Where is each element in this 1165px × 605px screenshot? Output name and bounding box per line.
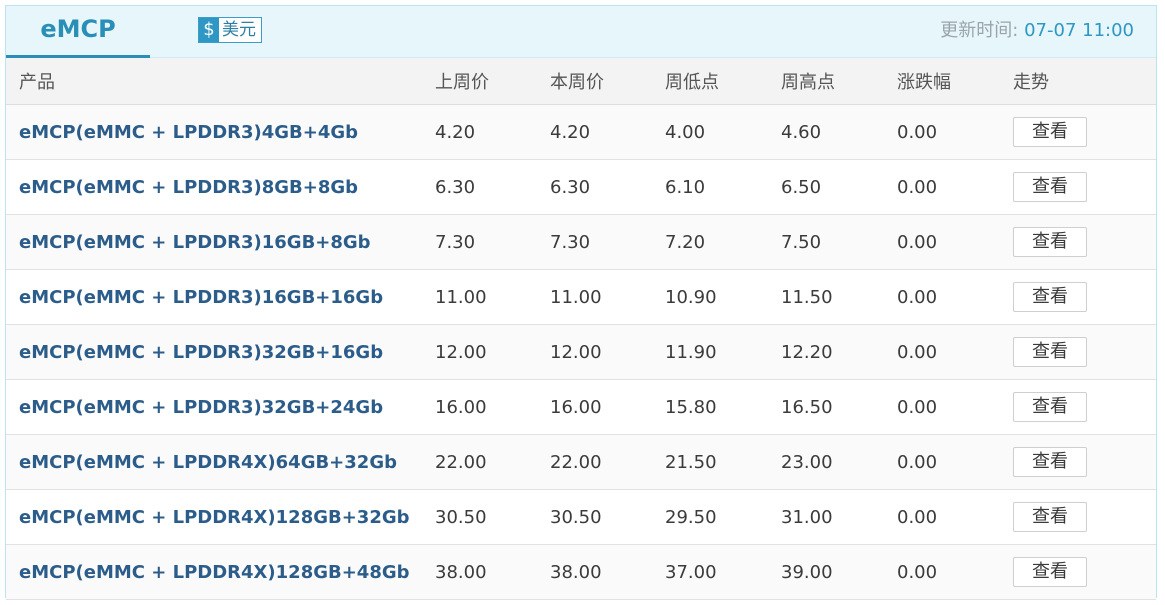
- price-change: 0.00: [897, 324, 1013, 380]
- table-row: eMCP(eMMC + LPDDR3)32GB+24Gb 16.00 16.00 15…: [6, 379, 1156, 435]
- column-header-change: 涨跌幅: [897, 58, 1013, 105]
- trend-cell: 查看: [1013, 489, 1156, 545]
- view-trend-button[interactable]: 查看: [1013, 557, 1087, 587]
- price-change: 0.00: [897, 159, 1013, 215]
- last-week-price: 12.00: [435, 324, 550, 380]
- view-trend-button[interactable]: 查看: [1013, 502, 1087, 532]
- dollar-icon: $: [199, 18, 219, 42]
- product-name[interactable]: eMCP(eMMC + LPDDR3)8GB+8Gb: [6, 159, 435, 215]
- price-table: 产品 上周价 本周价 周低点 周高点 涨跌幅 走势 eMCP(eMMC + LP…: [6, 58, 1156, 600]
- weekly-low: 6.10: [665, 159, 781, 215]
- trend-cell: 查看: [1013, 434, 1156, 490]
- weekly-high: 11.50: [781, 269, 897, 325]
- table-header-row: 产品 上周价 本周价 周低点 周高点 涨跌幅 走势: [6, 58, 1156, 105]
- column-header-weekly-high: 周高点: [781, 58, 897, 105]
- column-header-this-week: 本周价: [550, 58, 665, 105]
- this-week-price: 7.30: [550, 214, 665, 270]
- last-week-price: 4.20: [435, 104, 550, 160]
- weekly-low: 15.80: [665, 379, 781, 435]
- this-week-price: 30.50: [550, 489, 665, 545]
- this-week-price: 6.30: [550, 159, 665, 215]
- this-week-price: 11.00: [550, 269, 665, 325]
- view-trend-button[interactable]: 查看: [1013, 282, 1087, 312]
- table-row: eMCP(eMMC + LPDDR4X)64GB+32Gb 22.00 22.00 2…: [6, 434, 1156, 490]
- this-week-price: 16.00: [550, 379, 665, 435]
- table-row: eMCP(eMMC + LPDDR3)16GB+8Gb 7.30 7.30 7.20 7…: [6, 214, 1156, 270]
- weekly-low: 4.00: [665, 104, 781, 160]
- price-change: 0.00: [897, 489, 1013, 545]
- update-time-label: 更新时间:: [940, 20, 1025, 41]
- trend-cell: 查看: [1013, 214, 1156, 270]
- last-week-price: 38.00: [435, 544, 550, 600]
- last-week-price: 22.00: [435, 434, 550, 490]
- tab-emcp[interactable]: eMCP: [6, 6, 150, 58]
- table-row: eMCP(eMMC + LPDDR3)16GB+16Gb 11.00 11.00 10…: [6, 269, 1156, 325]
- product-name[interactable]: eMCP(eMMC + LPDDR4X)128GB+48Gb: [6, 544, 435, 600]
- trend-cell: 查看: [1013, 104, 1156, 160]
- column-header-last-week: 上周价: [435, 58, 550, 105]
- weekly-high: 7.50: [781, 214, 897, 270]
- price-change: 0.00: [897, 434, 1013, 490]
- weekly-high: 23.00: [781, 434, 897, 490]
- product-name[interactable]: eMCP(eMMC + LPDDR3)16GB+8Gb: [6, 214, 435, 270]
- column-header-trend: 走势: [1013, 58, 1156, 105]
- last-week-price: 6.30: [435, 159, 550, 215]
- product-name[interactable]: eMCP(eMMC + LPDDR4X)128GB+32Gb: [6, 489, 435, 545]
- weekly-low: 7.20: [665, 214, 781, 270]
- price-change: 0.00: [897, 104, 1013, 160]
- product-name[interactable]: eMCP(eMMC + LPDDR3)32GB+24Gb: [6, 379, 435, 435]
- price-change: 0.00: [897, 214, 1013, 270]
- weekly-high: 39.00: [781, 544, 897, 600]
- trend-cell: 查看: [1013, 159, 1156, 215]
- price-change: 0.00: [897, 379, 1013, 435]
- price-change: 0.00: [897, 544, 1013, 600]
- view-trend-button[interactable]: 查看: [1013, 117, 1087, 147]
- update-time: 更新时间: 07-07 11:00: [940, 18, 1134, 44]
- panel-header: eMCP $ 美元 更新时间: 07-07 11:00: [6, 6, 1156, 58]
- view-trend-button[interactable]: 查看: [1013, 447, 1087, 477]
- update-time-value: 07-07 11:00: [1024, 20, 1134, 41]
- last-week-price: 7.30: [435, 214, 550, 270]
- view-trend-button[interactable]: 查看: [1013, 172, 1087, 202]
- trend-cell: 查看: [1013, 269, 1156, 325]
- weekly-high: 31.00: [781, 489, 897, 545]
- last-week-price: 30.50: [435, 489, 550, 545]
- this-week-price: 22.00: [550, 434, 665, 490]
- weekly-high: 12.20: [781, 324, 897, 380]
- product-name[interactable]: eMCP(eMMC + LPDDR3)32GB+16Gb: [6, 324, 435, 380]
- product-name[interactable]: eMCP(eMMC + LPDDR4X)64GB+32Gb: [6, 434, 435, 490]
- table-row: eMCP(eMMC + LPDDR3)32GB+16Gb 12.00 12.00 11…: [6, 324, 1156, 380]
- table-row: eMCP(eMMC + LPDDR3)8GB+8Gb 6.30 6.30 6.10 6.…: [6, 159, 1156, 215]
- currency-toggle[interactable]: $ 美元: [198, 17, 262, 43]
- price-panel: eMCP $ 美元 更新时间: 07-07 11:00 产品 上周价 本周价 周…: [5, 5, 1157, 600]
- trend-cell: 查看: [1013, 379, 1156, 435]
- view-trend-button[interactable]: 查看: [1013, 337, 1087, 367]
- weekly-low: 21.50: [665, 434, 781, 490]
- this-week-price: 12.00: [550, 324, 665, 380]
- table-row: eMCP(eMMC + LPDDR4X)128GB+48Gb 38.00 38.00…: [6, 544, 1156, 600]
- trend-cell: 查看: [1013, 324, 1156, 380]
- price-change: 0.00: [897, 269, 1013, 325]
- currency-label: 美元: [222, 20, 256, 40]
- last-week-price: 16.00: [435, 379, 550, 435]
- weekly-low: 37.00: [665, 544, 781, 600]
- weekly-low: 10.90: [665, 269, 781, 325]
- weekly-low: 29.50: [665, 489, 781, 545]
- weekly-high: 16.50: [781, 379, 897, 435]
- this-week-price: 38.00: [550, 544, 665, 600]
- this-week-price: 4.20: [550, 104, 665, 160]
- product-name[interactable]: eMCP(eMMC + LPDDR3)4GB+4Gb: [6, 104, 435, 160]
- last-week-price: 11.00: [435, 269, 550, 325]
- view-trend-button[interactable]: 查看: [1013, 227, 1087, 257]
- trend-cell: 查看: [1013, 544, 1156, 600]
- weekly-low: 11.90: [665, 324, 781, 380]
- weekly-high: 6.50: [781, 159, 897, 215]
- view-trend-button[interactable]: 查看: [1013, 392, 1087, 422]
- weekly-high: 4.60: [781, 104, 897, 160]
- column-header-product: 产品: [6, 58, 435, 105]
- product-name[interactable]: eMCP(eMMC + LPDDR3)16GB+16Gb: [6, 269, 435, 325]
- table-row: eMCP(eMMC + LPDDR3)4GB+4Gb 4.20 4.20 4.00 4.…: [6, 104, 1156, 160]
- column-header-weekly-low: 周低点: [665, 58, 781, 105]
- table-row: eMCP(eMMC + LPDDR4X)128GB+32Gb 30.50 30.50…: [6, 489, 1156, 545]
